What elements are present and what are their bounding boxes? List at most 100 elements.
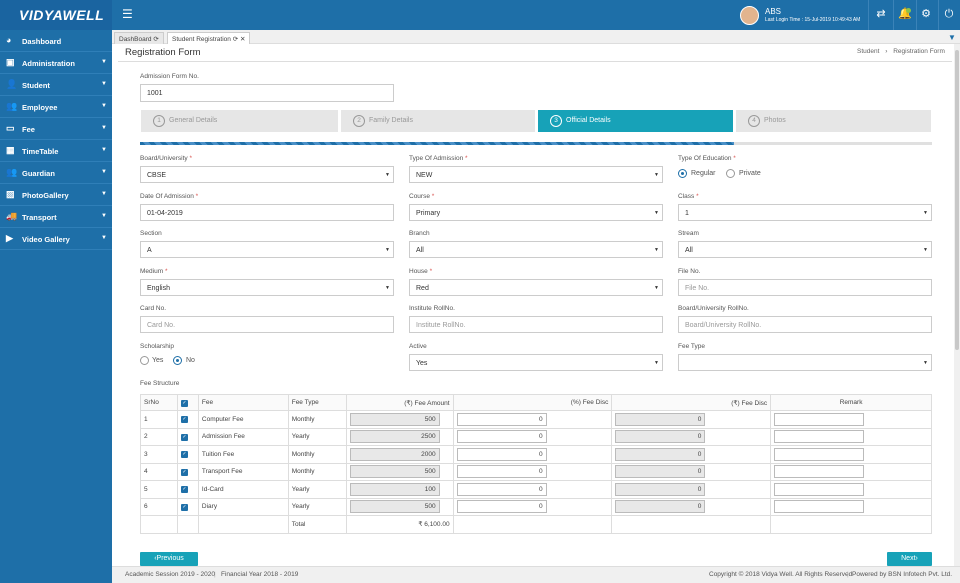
col-select[interactable]: ✓ xyxy=(176,394,199,411)
filter-icon[interactable]: ▼ xyxy=(948,33,956,42)
pct-disc-field[interactable]: 0 xyxy=(456,447,547,461)
tab-dashboard[interactable]: DashBoard ⟳ xyxy=(114,32,164,44)
gear-icon[interactable]: ⚙ xyxy=(920,8,932,20)
active-select[interactable]: Yes ▼ xyxy=(409,354,663,371)
chevron-down-icon: ▼ xyxy=(101,147,107,153)
fee-type-select[interactable]: ▼ xyxy=(678,354,932,371)
step-family-details[interactable]: 2 Family Details xyxy=(341,110,535,132)
app-logo[interactable]: VIDYAWELL xyxy=(0,0,112,30)
doa-label: Date Of Admission * xyxy=(140,193,199,200)
step-number: 1 xyxy=(153,115,165,127)
refresh-icon[interactable]: ⟳ xyxy=(233,36,238,43)
sidebar-item-transport[interactable]: 🚚 Transport ▼ xyxy=(0,206,112,228)
breadcrumb-parent[interactable]: Student xyxy=(857,48,879,55)
private-radio[interactable] xyxy=(726,169,735,178)
sidebar-item-timetable[interactable]: ▦ TimeTable ▼ xyxy=(0,140,112,162)
divider xyxy=(893,0,894,30)
house-select[interactable]: Red ▼ xyxy=(409,279,663,296)
sidebar-item-dashboard[interactable]: ◕ Dashboard xyxy=(0,30,112,52)
power-icon[interactable]: ⏻ xyxy=(943,8,955,20)
sidebar-item-photogallery[interactable]: ▨ PhotoGallery ▼ xyxy=(0,184,112,206)
administration-icon: ▣ xyxy=(6,57,15,67)
row-checkbox[interactable]: ✓ xyxy=(180,503,188,511)
avatar[interactable] xyxy=(740,6,759,25)
doa-field[interactable]: 01-04-2019 xyxy=(140,204,394,221)
inst-roll-label: Institute RollNo. xyxy=(409,305,455,312)
transport-icon: 🚚 xyxy=(6,211,18,221)
sidebar: ◕ Dashboard ▣ Administration ▼ 👤 Student… xyxy=(0,30,112,583)
board-select[interactable]: CBSE ▼ xyxy=(140,166,394,183)
course-select[interactable]: Primary ▼ xyxy=(409,204,663,221)
fee-structure-label: Fee Structure xyxy=(140,380,180,387)
sidebar-item-administration[interactable]: ▣ Administration ▼ xyxy=(0,52,112,74)
pct-disc-field[interactable]: 0 xyxy=(456,412,547,426)
row-checkbox[interactable]: ✓ xyxy=(180,451,188,459)
row-type: Monthly xyxy=(287,410,347,429)
row-checkbox[interactable]: ✓ xyxy=(180,416,188,424)
pct-disc-field[interactable]: 0 xyxy=(456,482,547,496)
step-label: Photos xyxy=(764,117,786,124)
table-header-row: SrNo ✓ Fee Fee Type (₹) Fee Amount (%) F… xyxy=(140,394,932,411)
scrollbar[interactable] xyxy=(954,44,960,566)
scholarship-yes-radio[interactable] xyxy=(140,356,149,365)
pct-disc-field[interactable]: 0 xyxy=(456,430,547,444)
scholarship-label: Scholarship xyxy=(140,343,174,350)
regular-radio[interactable] xyxy=(678,169,687,178)
close-icon[interactable]: ✕ xyxy=(240,36,245,43)
remark-field[interactable] xyxy=(774,430,865,444)
remark-field[interactable] xyxy=(774,412,865,426)
remark-field[interactable] xyxy=(774,482,865,496)
tab-student-registration[interactable]: Student Registration ⟳ ✕ xyxy=(167,32,251,44)
pct-disc-field[interactable]: 0 xyxy=(456,500,547,514)
check-icon[interactable]: ✓ xyxy=(180,399,188,407)
sidebar-item-fee[interactable]: ▭ Fee ▼ xyxy=(0,118,112,140)
next-button[interactable]: Next› xyxy=(887,552,932,566)
class-select[interactable]: 1 ▼ xyxy=(678,204,932,221)
admission-no-field[interactable]: 1001 xyxy=(140,84,394,102)
sidebar-item-guardian[interactable]: 👥 Guardian ▼ xyxy=(0,162,112,184)
menu-toggle-icon[interactable]: ☰ xyxy=(122,8,134,20)
rs-disc-field: 0 xyxy=(615,465,706,479)
branch-select[interactable]: All ▼ xyxy=(409,241,663,258)
step-photos[interactable]: 4 Photos xyxy=(736,110,931,132)
medium-select[interactable]: English ▼ xyxy=(140,279,394,296)
row-checkbox[interactable]: ✓ xyxy=(180,486,188,494)
admission-type-label: Type Of Admission * xyxy=(409,155,468,162)
board-roll-field[interactable]: Board/University RollNo. xyxy=(678,316,932,333)
chevron-down-icon: ▼ xyxy=(101,103,107,109)
step-general-details[interactable]: 1 General Details xyxy=(141,110,338,132)
row-type: Yearly xyxy=(287,480,347,499)
scholarship-no-radio[interactable] xyxy=(173,356,182,365)
stream-select[interactable]: All ▼ xyxy=(678,241,932,258)
step-official-details[interactable]: 3 Official Details xyxy=(538,110,733,132)
amount-field: 2000 xyxy=(349,447,440,461)
col-pct-disc: (%) Fee Disc xyxy=(452,394,613,411)
refresh-icon[interactable]: ⟳ xyxy=(153,36,158,43)
amount-field: 500 xyxy=(349,500,440,514)
footer-divider: | xyxy=(214,571,216,578)
inst-roll-field[interactable]: Institute RollNo. xyxy=(409,316,663,333)
tab-label: DashBoard xyxy=(119,36,152,43)
admission-type-select[interactable]: NEW ▼ xyxy=(409,166,663,183)
remark-field[interactable] xyxy=(774,465,865,479)
switch-icon[interactable]: ⇄ xyxy=(875,8,887,20)
pct-disc-field[interactable]: 0 xyxy=(456,465,547,479)
remark-field[interactable] xyxy=(774,447,865,461)
remark-field[interactable] xyxy=(774,500,865,514)
scrollbar-thumb[interactable] xyxy=(955,50,959,350)
powered-by: Powered by BSN Infotech Pvt. Ltd. xyxy=(852,571,953,578)
sidebar-item-video-gallery[interactable]: ▶ Video Gallery ▼ xyxy=(0,228,112,250)
fileno-field[interactable]: File No. xyxy=(678,279,932,296)
row-checkbox[interactable]: ✓ xyxy=(180,468,188,476)
previous-button[interactable]: ‹Previous xyxy=(140,552,198,566)
sidebar-item-student[interactable]: 👤 Student ▼ xyxy=(0,74,112,96)
sidebar-item-employee[interactable]: 👥 Employee ▼ xyxy=(0,96,112,118)
notification-badge xyxy=(906,8,911,13)
col-amount: (₹) Fee Amount xyxy=(345,394,454,411)
section-select[interactable]: A ▼ xyxy=(140,241,394,258)
cardno-field[interactable]: Card No. xyxy=(140,316,394,333)
section-label: Section xyxy=(140,230,162,237)
row-srno: 6 xyxy=(140,497,178,516)
row-checkbox[interactable]: ✓ xyxy=(180,433,188,441)
footer-divider: | xyxy=(847,571,849,578)
